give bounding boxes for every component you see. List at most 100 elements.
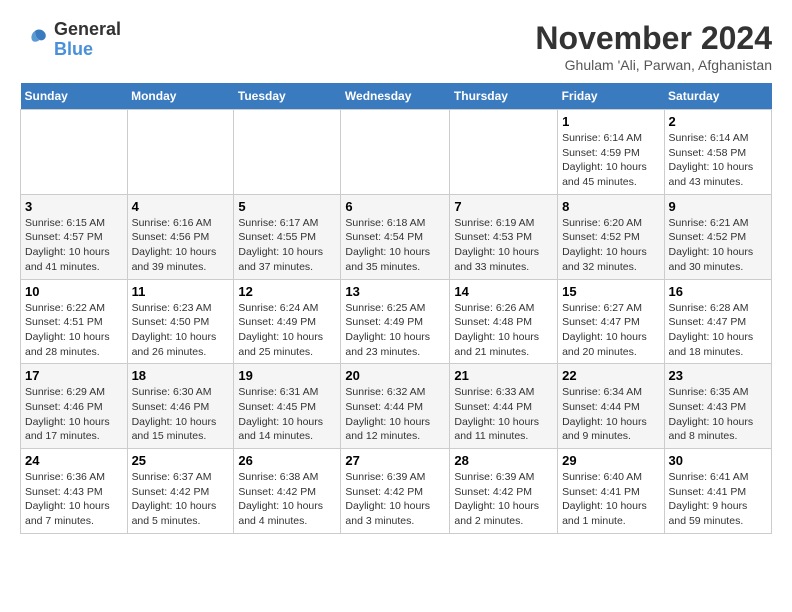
- weekday-header-thursday: Thursday: [450, 83, 558, 110]
- week-row-2: 3Sunrise: 6:15 AM Sunset: 4:57 PM Daylig…: [21, 194, 772, 279]
- day-number: 2: [669, 114, 767, 129]
- day-number: 7: [454, 199, 553, 214]
- day-number: 25: [132, 453, 230, 468]
- weekday-header-monday: Monday: [127, 83, 234, 110]
- calendar-cell: 22Sunrise: 6:34 AM Sunset: 4:44 PM Dayli…: [558, 364, 664, 449]
- day-number: 28: [454, 453, 553, 468]
- calendar-cell: 4 Sunrise: 6:16 AM Sunset: 4:56 PM Daylig…: [127, 194, 234, 279]
- weekday-header-saturday: Saturday: [664, 83, 771, 110]
- day-number: 10: [25, 284, 123, 299]
- day-info: Sunrise: 6:15 AM Sunset: 4:57 PM Dayligh…: [25, 216, 123, 275]
- weekday-header-wednesday: Wednesday: [341, 83, 450, 110]
- day-info: Sunrise: 6:24 AM Sunset: 4:49 PM Dayligh…: [238, 301, 336, 360]
- week-row-1: 1 Sunrise: 6:14 AM Sunset: 4:59 PM Daylig…: [21, 110, 772, 195]
- day-info: Sunrise: 6:39 AM Sunset: 4:42 PM Dayligh…: [454, 470, 553, 529]
- title-block: November 2024 Ghulam 'Ali, Parwan, Afgha…: [535, 20, 772, 73]
- day-number: 1: [562, 114, 659, 129]
- logo-text: General Blue: [54, 20, 121, 60]
- calendar-cell: 13 Sunrise: 6:25 AM Sunset: 4:49 PM Dayli…: [341, 279, 450, 364]
- week-row-5: 24 Sunrise: 6:36 AM Sunset: 4:43 PM Dayli…: [21, 449, 772, 534]
- calendar-cell: [234, 110, 341, 195]
- day-info: Sunrise: 6:41 AM Sunset: 4:41 PM Dayligh…: [669, 470, 767, 529]
- logo: General Blue: [20, 20, 121, 60]
- day-number: 18: [132, 368, 230, 383]
- calendar-cell: 10 Sunrise: 6:22 AM Sunset: 4:51 PM Dayli…: [21, 279, 128, 364]
- week-row-4: 17 Sunrise: 6:29 AM Sunset: 4:46 PM Dayli…: [21, 364, 772, 449]
- calendar-cell: 24 Sunrise: 6:36 AM Sunset: 4:43 PM Dayli…: [21, 449, 128, 534]
- calendar-cell: 30 Sunrise: 6:41 AM Sunset: 4:41 PM Dayli…: [664, 449, 771, 534]
- day-info: Sunrise: 6:35 AM Sunset: 4:43 PM Dayligh…: [669, 385, 767, 444]
- day-number: 20: [345, 368, 445, 383]
- week-row-3: 10 Sunrise: 6:22 AM Sunset: 4:51 PM Dayli…: [21, 279, 772, 364]
- day-number: 24: [25, 453, 123, 468]
- calendar-cell: 25 Sunrise: 6:37 AM Sunset: 4:42 PM Dayli…: [127, 449, 234, 534]
- day-info: Sunrise: 6:30 AM Sunset: 4:46 PM Dayligh…: [132, 385, 230, 444]
- day-number: 11: [132, 284, 230, 299]
- day-info: Sunrise: 6:20 AM Sunset: 4:52 PM Dayligh…: [562, 216, 659, 275]
- weekday-header-sunday: Sunday: [21, 83, 128, 110]
- day-info: Sunrise: 6:19 AM Sunset: 4:53 PM Dayligh…: [454, 216, 553, 275]
- calendar-cell: [341, 110, 450, 195]
- logo-icon: [20, 25, 50, 55]
- day-number: 16: [669, 284, 767, 299]
- calendar-cell: 21Sunrise: 6:33 AM Sunset: 4:44 PM Dayli…: [450, 364, 558, 449]
- day-number: 13: [345, 284, 445, 299]
- day-number: 23: [669, 368, 767, 383]
- location: Ghulam 'Ali, Parwan, Afghanistan: [535, 57, 772, 73]
- day-info: Sunrise: 6:21 AM Sunset: 4:52 PM Dayligh…: [669, 216, 767, 275]
- day-info: Sunrise: 6:36 AM Sunset: 4:43 PM Dayligh…: [25, 470, 123, 529]
- day-number: 4: [132, 199, 230, 214]
- day-info: Sunrise: 6:23 AM Sunset: 4:50 PM Dayligh…: [132, 301, 230, 360]
- day-info: Sunrise: 6:25 AM Sunset: 4:49 PM Dayligh…: [345, 301, 445, 360]
- calendar-cell: 16 Sunrise: 6:28 AM Sunset: 4:47 PM Dayli…: [664, 279, 771, 364]
- day-number: 8: [562, 199, 659, 214]
- day-info: Sunrise: 6:14 AM Sunset: 4:59 PM Dayligh…: [562, 131, 659, 190]
- calendar-cell: 5Sunrise: 6:17 AM Sunset: 4:55 PM Daylig…: [234, 194, 341, 279]
- calendar-cell: 2Sunrise: 6:14 AM Sunset: 4:58 PM Daylig…: [664, 110, 771, 195]
- day-info: Sunrise: 6:33 AM Sunset: 4:44 PM Dayligh…: [454, 385, 553, 444]
- calendar-cell: 8 Sunrise: 6:20 AM Sunset: 4:52 PM Daylig…: [558, 194, 664, 279]
- day-number: 29: [562, 453, 659, 468]
- day-number: 15: [562, 284, 659, 299]
- calendar-cell: 17 Sunrise: 6:29 AM Sunset: 4:46 PM Dayli…: [21, 364, 128, 449]
- weekday-header-friday: Friday: [558, 83, 664, 110]
- calendar-cell: 14 Sunrise: 6:26 AM Sunset: 4:48 PM Dayli…: [450, 279, 558, 364]
- calendar-cell: 23 Sunrise: 6:35 AM Sunset: 4:43 PM Dayli…: [664, 364, 771, 449]
- calendar-cell: 7 Sunrise: 6:19 AM Sunset: 4:53 PM Daylig…: [450, 194, 558, 279]
- day-info: Sunrise: 6:28 AM Sunset: 4:47 PM Dayligh…: [669, 301, 767, 360]
- day-info: Sunrise: 6:16 AM Sunset: 4:56 PM Dayligh…: [132, 216, 230, 275]
- calendar-cell: 18 Sunrise: 6:30 AM Sunset: 4:46 PM Dayli…: [127, 364, 234, 449]
- calendar-cell: [450, 110, 558, 195]
- day-info: Sunrise: 6:39 AM Sunset: 4:42 PM Dayligh…: [345, 470, 445, 529]
- calendar-cell: 9 Sunrise: 6:21 AM Sunset: 4:52 PM Daylig…: [664, 194, 771, 279]
- day-info: Sunrise: 6:22 AM Sunset: 4:51 PM Dayligh…: [25, 301, 123, 360]
- calendar-table: SundayMondayTuesdayWednesdayThursdayFrid…: [20, 83, 772, 534]
- month-title: November 2024: [535, 20, 772, 57]
- calendar-cell: [21, 110, 128, 195]
- day-number: 27: [345, 453, 445, 468]
- day-number: 14: [454, 284, 553, 299]
- day-number: 9: [669, 199, 767, 214]
- weekday-header-tuesday: Tuesday: [234, 83, 341, 110]
- day-number: 30: [669, 453, 767, 468]
- calendar-cell: 6 Sunrise: 6:18 AM Sunset: 4:54 PM Daylig…: [341, 194, 450, 279]
- calendar-cell: 19Sunrise: 6:31 AM Sunset: 4:45 PM Dayli…: [234, 364, 341, 449]
- day-number: 17: [25, 368, 123, 383]
- calendar-cell: 27 Sunrise: 6:39 AM Sunset: 4:42 PM Dayli…: [341, 449, 450, 534]
- day-number: 26: [238, 453, 336, 468]
- calendar-cell: 12Sunrise: 6:24 AM Sunset: 4:49 PM Dayli…: [234, 279, 341, 364]
- day-info: Sunrise: 6:37 AM Sunset: 4:42 PM Dayligh…: [132, 470, 230, 529]
- page-header: General Blue November 2024 Ghulam 'Ali, …: [20, 20, 772, 73]
- day-info: Sunrise: 6:29 AM Sunset: 4:46 PM Dayligh…: [25, 385, 123, 444]
- calendar-cell: 11 Sunrise: 6:23 AM Sunset: 4:50 PM Dayli…: [127, 279, 234, 364]
- calendar-cell: [127, 110, 234, 195]
- day-info: Sunrise: 6:18 AM Sunset: 4:54 PM Dayligh…: [345, 216, 445, 275]
- calendar-cell: 29Sunrise: 6:40 AM Sunset: 4:41 PM Dayli…: [558, 449, 664, 534]
- day-info: Sunrise: 6:32 AM Sunset: 4:44 PM Dayligh…: [345, 385, 445, 444]
- day-number: 6: [345, 199, 445, 214]
- day-number: 19: [238, 368, 336, 383]
- calendar-cell: 3Sunrise: 6:15 AM Sunset: 4:57 PM Daylig…: [21, 194, 128, 279]
- day-info: Sunrise: 6:26 AM Sunset: 4:48 PM Dayligh…: [454, 301, 553, 360]
- day-info: Sunrise: 6:27 AM Sunset: 4:47 PM Dayligh…: [562, 301, 659, 360]
- day-number: 5: [238, 199, 336, 214]
